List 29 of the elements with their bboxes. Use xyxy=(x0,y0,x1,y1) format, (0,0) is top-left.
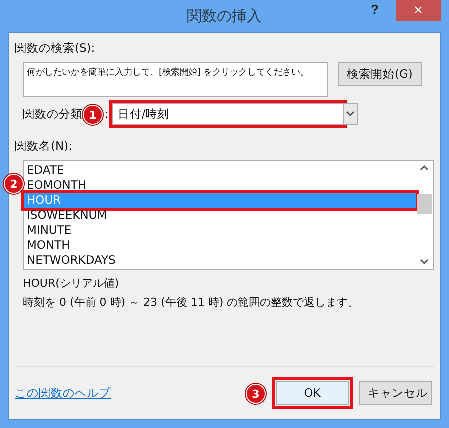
search-field[interactable]: 何がしたいかを簡単に入力して、[検索開始] をクリックしてください。 xyxy=(23,62,328,97)
step-badge: 1 xyxy=(83,105,103,125)
function-item[interactable]: EOMONTH xyxy=(24,178,416,193)
chevron-up-icon[interactable] xyxy=(420,165,429,171)
chevron-down-icon[interactable] xyxy=(346,111,355,117)
function-description: 時刻を 0 (午前 0 時) ～ 23 (午後 11 時) の範囲の整数で返します。 xyxy=(23,295,360,310)
search-label: 関数の検索(S): xyxy=(15,41,96,56)
help-link[interactable]: この関数のヘルプ xyxy=(15,386,111,400)
function-item[interactable]: NETWORKDAYS xyxy=(24,253,416,268)
function-signature: HOUR(シリアル値) xyxy=(23,276,120,291)
function-item[interactable]: EDATE xyxy=(24,163,416,178)
cancel-button[interactable]: キャンセル xyxy=(359,381,432,405)
search-button[interactable]: 検索開始(G) xyxy=(338,62,422,86)
category-label: 関数の分類 xyxy=(23,106,83,122)
help-button[interactable]: ? xyxy=(367,2,383,17)
function-item[interactable]: MINUTE xyxy=(24,223,416,238)
dropdown-button[interactable] xyxy=(344,103,358,125)
function-item[interactable]: ISOWEEKNUM xyxy=(24,208,416,223)
window-title: 関数の挿入 xyxy=(187,6,262,26)
close-button[interactable]: × xyxy=(396,0,441,21)
step-badge: 3 xyxy=(246,384,266,404)
functions-label: 関数名(N): xyxy=(15,139,74,154)
function-item[interactable]: MONTH xyxy=(24,238,416,253)
function-list[interactable]: EDATE EOMONTH HOUR ISOWEEKNUM MINUTE MONTH NETWORKDAYS xyxy=(23,160,434,270)
chevron-down-icon[interactable] xyxy=(420,259,429,265)
step-badge: 2 xyxy=(4,174,24,194)
category-dropdown[interactable]: 日付/時刻 xyxy=(112,103,344,125)
category-colon: : xyxy=(105,107,109,121)
scrollbar-thumb[interactable] xyxy=(417,194,432,214)
